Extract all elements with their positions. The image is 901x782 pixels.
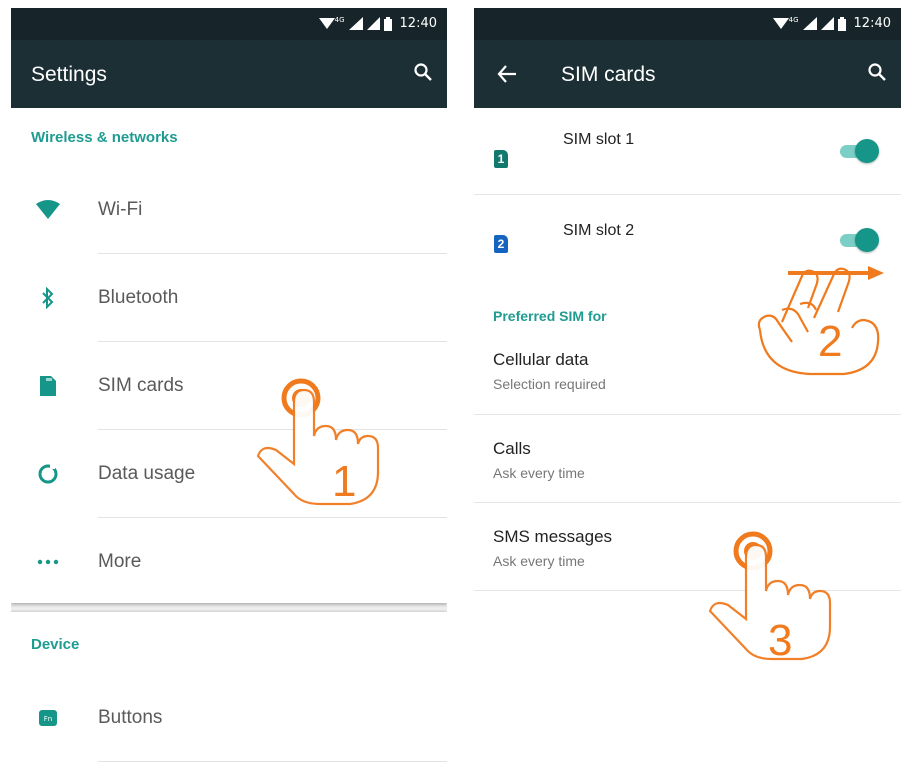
settings-item-label: More: [98, 551, 142, 572]
settings-item-label: SIM cards: [98, 375, 184, 396]
preferred-subtitle: Selection required: [493, 376, 606, 392]
sim-1-badge-icon: 1: [494, 150, 508, 168]
preferred-title: Calls: [493, 439, 531, 458]
step-3-number: 3: [768, 616, 792, 665]
tap-hand-icon-step-1: 1: [256, 378, 380, 506]
preferred-subtitle: Ask every time: [493, 465, 585, 481]
settings-item-bluetooth[interactable]: Bluetooth: [11, 254, 447, 342]
data-usage-icon: [35, 461, 61, 487]
network-type: 4G: [788, 15, 799, 24]
clock: 12:40: [853, 16, 891, 31]
wifi-status-icon: [318, 18, 335, 29]
clock: 12:40: [399, 16, 437, 31]
page-title: Settings: [31, 63, 107, 86]
sim-card-icon: [35, 373, 61, 399]
section-header-wireless: Wireless & networks: [31, 129, 178, 146]
sim-2-badge-icon: 2: [494, 235, 508, 253]
more-dots-icon: [35, 549, 61, 575]
sim-slot-1-toggle[interactable]: [837, 138, 879, 164]
section-header-preferred-sim: Preferred SIM for: [493, 308, 607, 324]
back-arrow-icon[interactable]: [496, 63, 518, 85]
device-section: Device Fn Buttons: [11, 612, 447, 782]
step-1-number: 1: [332, 457, 356, 506]
status-bar: 4G 12:40: [474, 8, 901, 40]
settings-item-label: Bluetooth: [98, 287, 179, 308]
wifi-status-icon: [772, 18, 789, 29]
status-bar: 4G 12:40: [11, 8, 447, 40]
wireless-section: Wireless & networks Wi-Fi Bluetooth SIM …: [11, 108, 447, 603]
sim-slot-label: SIM slot 2: [563, 222, 635, 239]
settings-item-label: Data usage: [98, 463, 196, 484]
battery-icon: [837, 16, 846, 31]
preferred-calls[interactable]: Calls Ask every time: [474, 415, 901, 503]
fn-button-icon: Fn: [35, 705, 61, 731]
settings-item-label: Buttons: [98, 707, 163, 728]
section-header-device: Device: [31, 636, 80, 653]
sim-slot-1-row[interactable]: 1 SIM slot 1: [474, 108, 901, 195]
sim-slot-2-toggle[interactable]: [837, 227, 879, 253]
svg-text:Fn: Fn: [44, 715, 52, 723]
tap-hand-icon-step-3: 3: [708, 531, 832, 665]
preferred-subtitle: Ask every time: [493, 553, 585, 569]
step-2-number: 2: [818, 317, 842, 366]
settings-item-more[interactable]: More: [11, 518, 447, 606]
sim-slot-label: SIM slot 1: [563, 131, 635, 148]
page-title: SIM cards: [561, 63, 656, 86]
signal-icon-2: [820, 17, 834, 30]
swipe-hand-icon-step-2: 2: [757, 266, 884, 376]
divider: [98, 761, 447, 762]
signal-icon-2: [366, 17, 380, 30]
preferred-title: SMS messages: [493, 527, 613, 546]
network-type: 4G: [334, 15, 345, 24]
search-icon[interactable]: [413, 62, 433, 82]
wifi-icon: [35, 197, 61, 223]
settings-item-buttons[interactable]: Fn Buttons: [11, 674, 447, 762]
app-bar: SIM cards: [474, 40, 901, 108]
search-icon[interactable]: [867, 62, 887, 82]
preferred-title: Cellular data: [493, 350, 589, 369]
settings-item-wifi[interactable]: Wi-Fi: [11, 166, 447, 254]
signal-icon: [802, 17, 817, 30]
battery-icon: [383, 16, 392, 31]
app-bar: Settings: [11, 40, 447, 108]
bluetooth-icon: [35, 285, 61, 311]
signal-icon: [348, 17, 363, 30]
settings-item-label: Wi-Fi: [98, 199, 143, 220]
